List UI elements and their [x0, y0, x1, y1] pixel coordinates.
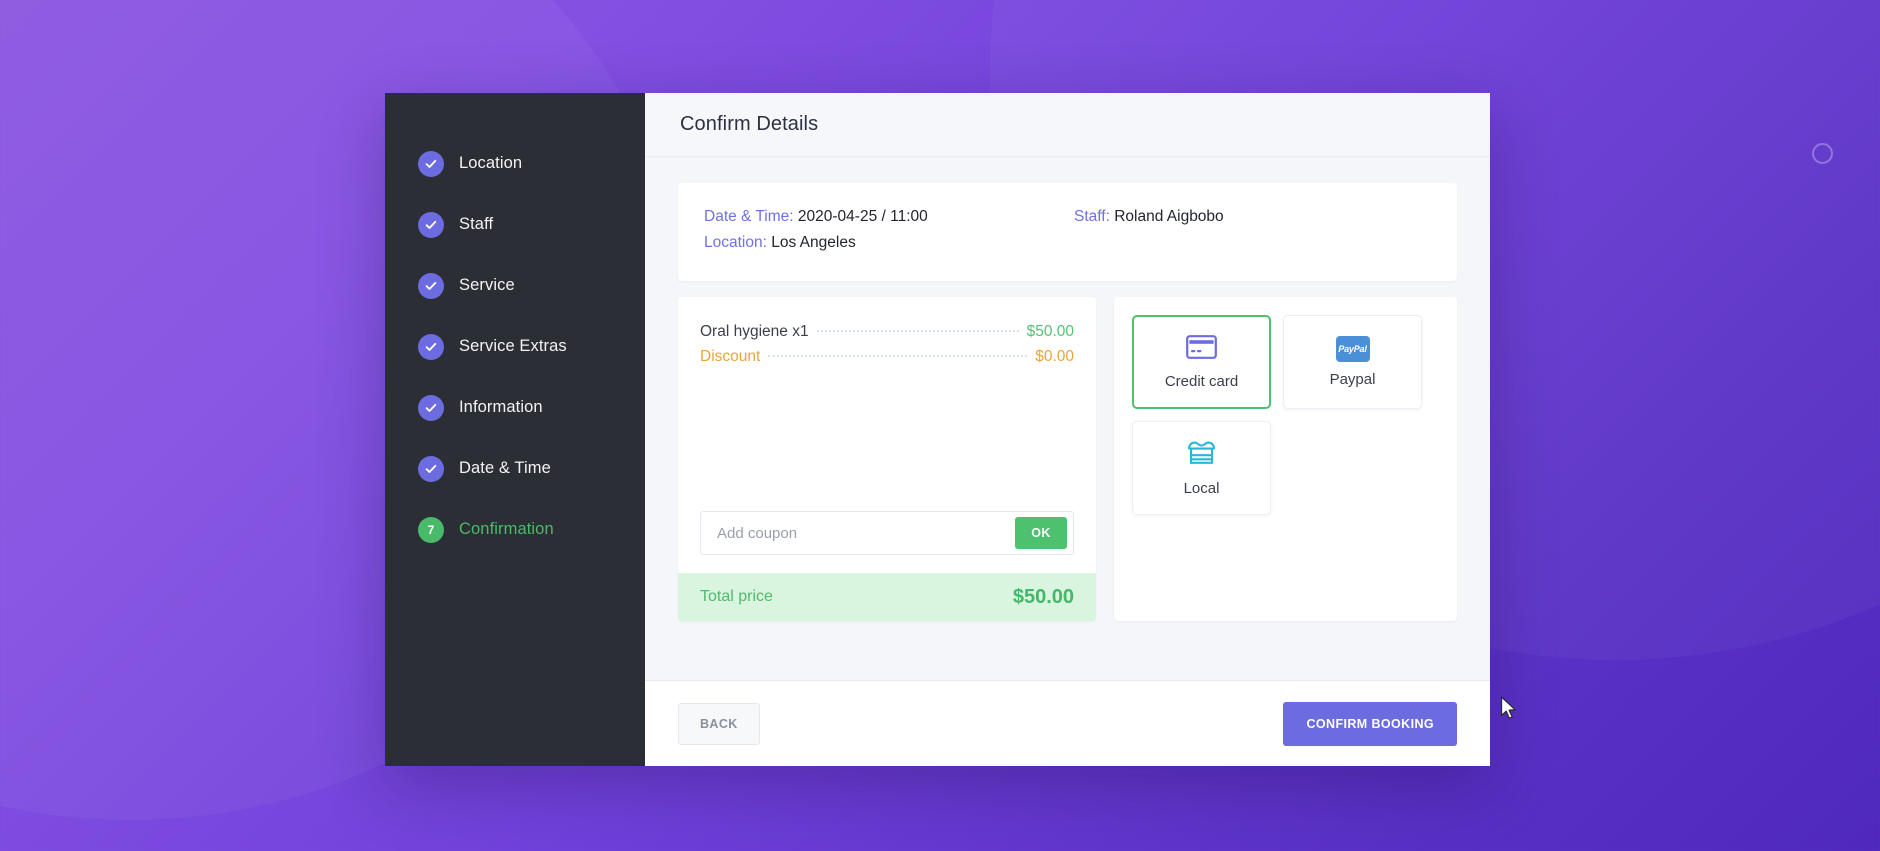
sidebar-step-information[interactable]: Information — [385, 377, 645, 438]
page-title: Confirm Details — [680, 113, 819, 135]
decorative-ring-icon — [1812, 143, 1833, 164]
order-line-name: Discount — [700, 348, 761, 365]
payment-method-paypal[interactable]: PayPal Paypal — [1283, 315, 1422, 409]
check-icon — [418, 211, 444, 238]
summary-datetime-label: Date & Time: — [704, 208, 794, 225]
summary-staff-value: Roland Aigbobo — [1114, 208, 1224, 225]
coupon-input[interactable] — [701, 512, 1015, 554]
order-line-discount: Discount $0.00 — [700, 344, 1074, 369]
check-icon — [418, 150, 444, 177]
storefront-icon — [1186, 440, 1217, 471]
dotted-leader — [768, 355, 1028, 357]
wizard-footer: BACK CONFIRM BOOKING — [645, 680, 1490, 766]
payment-methods-grid: Credit card PayPal Paypal Local — [1132, 315, 1439, 515]
content-header: Confirm Details — [645, 93, 1490, 157]
credit-card-icon — [1186, 334, 1217, 364]
sidebar-step-label: Information — [459, 398, 543, 416]
total-price-amount: $50.00 — [1012, 585, 1074, 608]
sidebar-step-label: Confirmation — [459, 520, 554, 538]
step-number-badge: 7 — [418, 516, 444, 543]
payment-method-label: Credit card — [1164, 372, 1239, 390]
payment-method-local[interactable]: Local — [1132, 421, 1271, 515]
wizard-content: Confirm Details Date & Time: 2020-04-25 … — [645, 93, 1490, 766]
wizard-steps-sidebar: Location Staff Service Service Extras In… — [385, 93, 645, 766]
sidebar-step-label: Service — [459, 276, 515, 294]
dotted-leader — [816, 330, 1019, 332]
summary-datetime-value: 2020-04-25 / 11:00 — [797, 208, 928, 225]
summary-location-value: Los Angeles — [771, 234, 856, 251]
sidebar-step-label: Location — [459, 154, 523, 172]
payment-method-credit-card[interactable]: Credit card — [1132, 315, 1271, 409]
check-icon — [418, 455, 444, 482]
summary-location-label: Location: — [704, 234, 767, 251]
total-price-label: Total price — [700, 588, 773, 605]
check-icon — [418, 394, 444, 421]
summary-datetime-row: Date & Time: 2020-04-25 / 11:00 — [704, 205, 1074, 229]
sidebar-step-confirmation[interactable]: 7 Confirmation — [385, 499, 645, 560]
payment-methods-panel: Credit card PayPal Paypal Local — [1114, 297, 1457, 621]
confirm-booking-button[interactable]: CONFIRM BOOKING — [1283, 701, 1457, 746]
summary-staff-label: Staff: — [1074, 208, 1110, 225]
back-button[interactable]: BACK — [678, 702, 760, 745]
summary-staff-row: Staff: Roland Aigbobo — [1074, 205, 1224, 229]
order-summary-panel: Oral hygiene x1 $50.00 Discount $0.00 OK — [678, 297, 1096, 621]
total-price-bar: Total price $50.00 — [678, 573, 1096, 621]
sidebar-step-date-time[interactable]: Date & Time — [385, 438, 645, 499]
booking-summary-panel: Date & Time: 2020-04-25 / 11:00 Location… — [678, 183, 1457, 281]
content-body: Date & Time: 2020-04-25 / 11:00 Location… — [645, 157, 1490, 680]
sidebar-step-label: Service Extras — [459, 337, 567, 355]
order-lines: Oral hygiene x1 $50.00 Discount $0.00 OK — [678, 297, 1096, 573]
mouse-cursor — [1500, 696, 1518, 726]
coupon-row: OK — [700, 511, 1074, 555]
sidebar-step-staff[interactable]: Staff — [385, 194, 645, 255]
order-and-payment-area: Oral hygiene x1 $50.00 Discount $0.00 OK — [678, 297, 1457, 621]
summary-location-row: Location: Los Angeles — [704, 231, 1074, 255]
summary-left-column: Date & Time: 2020-04-25 / 11:00 Location… — [704, 205, 1074, 257]
order-line-item: Oral hygiene x1 $50.00 — [700, 319, 1074, 344]
sidebar-step-label: Date & Time — [459, 459, 551, 477]
sidebar-step-label: Staff — [459, 215, 494, 233]
booking-wizard-window: Location Staff Service Service Extras In… — [385, 93, 1490, 766]
coupon-apply-button[interactable]: OK — [1015, 517, 1067, 549]
payment-method-label: Local — [1183, 479, 1220, 497]
order-line-name: Oral hygiene x1 — [700, 323, 809, 340]
order-line-amount: $0.00 — [1035, 348, 1074, 365]
order-line-amount: $50.00 — [1026, 323, 1074, 340]
sidebar-step-service-extras[interactable]: Service Extras — [385, 316, 645, 377]
check-icon — [418, 272, 444, 299]
sidebar-step-service[interactable]: Service — [385, 255, 645, 316]
check-icon — [418, 333, 444, 360]
paypal-icon: PayPal — [1335, 336, 1370, 362]
summary-right-column: Staff: Roland Aigbobo — [1074, 205, 1224, 257]
payment-method-label: Paypal — [1329, 371, 1376, 388]
sidebar-step-location[interactable]: Location — [385, 133, 645, 194]
